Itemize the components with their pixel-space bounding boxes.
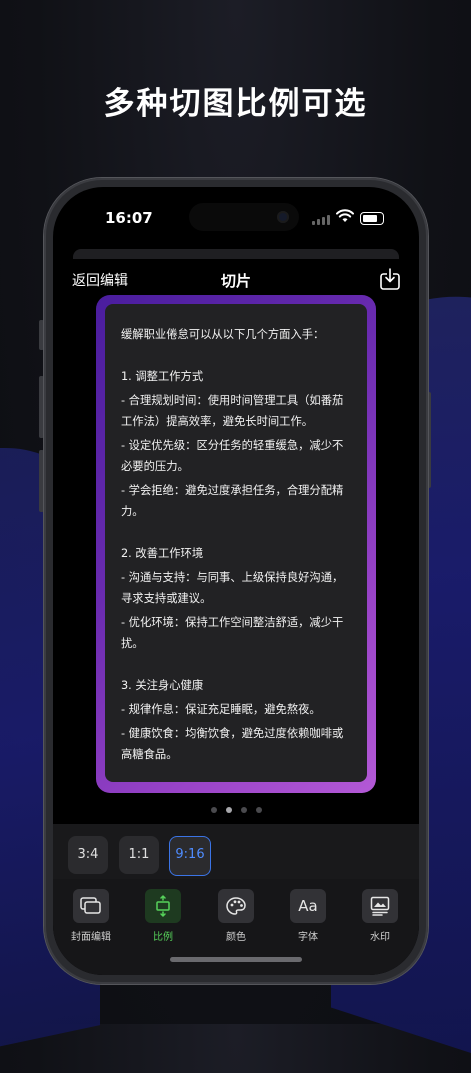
ratio-selector: 3:4 1:1 9:16 <box>53 824 419 879</box>
ratio-icon <box>145 889 181 923</box>
page-title: 切片 <box>220 272 251 290</box>
palette-icon <box>218 889 254 923</box>
tab-label: 水印 <box>370 932 390 943</box>
cellular-signal-icon <box>312 215 330 225</box>
page-dot[interactable] <box>240 807 247 813</box>
tab-label: 比例 <box>153 932 173 943</box>
list-item: - 设定优先级：区分任务的轻重缓急，减少不必要的压力。 <box>121 439 344 473</box>
tab-label: 封面编辑 <box>71 932 111 943</box>
tab-font[interactable]: Aa 字体 <box>277 889 339 943</box>
page-indicator <box>53 807 419 813</box>
slice-preview-frame[interactable]: 缓解职业倦怠可以从以下几个方面入手： 1. 调整工作方式 - 合理规划时间：使用… <box>96 295 376 793</box>
list-item: - 健康饮食：均衡饮食，避免过度依赖咖啡或高糖食品。 <box>121 727 344 761</box>
status-bar: 16:07 <box>53 203 419 233</box>
ratio-option-1-1[interactable]: 1:1 <box>119 836 159 874</box>
watermark-icon <box>362 889 398 923</box>
tab-label: 颜色 <box>226 932 246 943</box>
font-icon: Aa <box>290 889 326 923</box>
camera-icon <box>277 211 289 223</box>
section-heading: 3. 关注身心健康 <box>121 679 204 692</box>
battery-icon <box>360 212 384 225</box>
share-download-icon[interactable] <box>379 267 401 291</box>
list-item: - 学会拒绝：避免过度承担任务，合理分配精力。 <box>121 484 344 518</box>
wifi-icon <box>336 209 354 222</box>
section-heading: 1. 调整工作方式 <box>121 370 204 383</box>
status-time: 16:07 <box>105 209 153 227</box>
list-item: - 沟通与支持：与同事、上级保持良好沟通，寻求支持或建议。 <box>121 571 344 605</box>
promo-headline: 多种切图比例可选 <box>103 86 368 122</box>
card-intro: 缓解职业倦怠可以从以下几个方面入手： <box>121 328 325 341</box>
page-dot-active[interactable] <box>225 807 232 813</box>
tab-ratio[interactable]: 比例 <box>132 889 194 943</box>
cover-edit-icon <box>73 889 109 923</box>
sheet-top-edge <box>73 249 399 259</box>
section-heading: 2. 改善工作环境 <box>121 547 204 560</box>
page-dot[interactable] <box>255 807 262 813</box>
ratio-option-9-16[interactable]: 9:16 <box>169 836 211 876</box>
phone-frame: 16:07 返回编辑 切片 缓解职业倦怠可以从以下几个方面入手： 1. 调整工作… <box>44 178 428 984</box>
tab-label: 字体 <box>298 932 318 943</box>
dynamic-island <box>189 203 299 231</box>
page-dot[interactable] <box>210 807 217 813</box>
list-item: - 合理规划时间：使用时间管理工具（如番茄工作法）提高效率，避免长时间工作。 <box>121 394 344 428</box>
list-item: - 优化环境：保持工作空间整洁舒适，减少干扰。 <box>121 616 344 650</box>
phone-screen: 16:07 返回编辑 切片 缓解职业倦怠可以从以下几个方面入手： 1. 调整工作… <box>53 187 419 975</box>
list-item: - 规律作息：保证充足睡眠，避免熬夜。 <box>121 703 321 716</box>
tab-watermark[interactable]: 水印 <box>349 889 411 943</box>
tab-cover-edit[interactable]: 封面编辑 <box>60 889 122 943</box>
tab-color[interactable]: 颜色 <box>205 889 267 943</box>
home-indicator <box>170 957 302 962</box>
ratio-option-3-4[interactable]: 3:4 <box>68 836 108 874</box>
slice-preview-card: 缓解职业倦怠可以从以下几个方面入手： 1. 调整工作方式 - 合理规划时间：使用… <box>105 304 367 782</box>
